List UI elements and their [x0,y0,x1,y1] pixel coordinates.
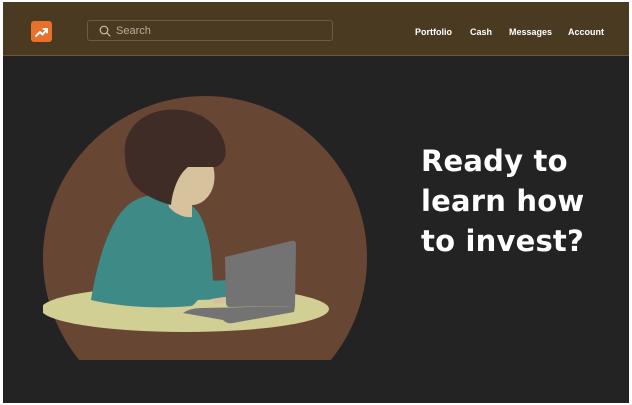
person-using-laptop-illustration [43,96,367,360]
hero-heading-line-3: to invest? [421,224,584,258]
top-navbar: Portfolio Cash Messages Account [3,2,629,56]
primary-nav: Portfolio Cash Messages Account [3,27,629,41]
hero-heading-line-1: Ready to [421,144,568,178]
nav-account-link[interactable]: Account [568,27,604,37]
nav-portfolio-link[interactable]: Portfolio [415,27,452,37]
nav-messages-link[interactable]: Messages [509,27,552,37]
hero-heading-line-2: learn how [421,184,585,218]
hero-heading: Ready to learn how to invest? [421,141,611,261]
app-frame: Portfolio Cash Messages Account Ready to [3,2,629,403]
nav-cash-link[interactable]: Cash [470,27,492,37]
